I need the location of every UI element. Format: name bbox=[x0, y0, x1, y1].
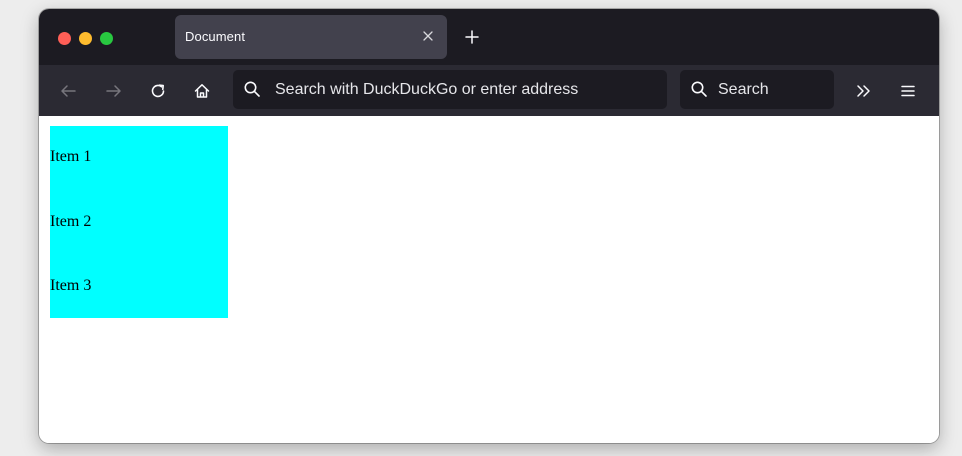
search-bar-placeholder: Search bbox=[718, 81, 769, 98]
tab-document[interactable]: Document bbox=[175, 15, 447, 59]
home-button[interactable] bbox=[189, 78, 215, 104]
back-button[interactable] bbox=[55, 78, 81, 104]
main-menu-button[interactable] bbox=[895, 78, 921, 104]
search-icon bbox=[244, 81, 260, 97]
forward-button[interactable] bbox=[101, 78, 127, 104]
reload-icon bbox=[151, 84, 165, 98]
home-icon bbox=[194, 84, 210, 98]
address-bar-placeholder: Search with DuckDuckGo or enter address bbox=[275, 81, 579, 98]
browser-window: Document Search with DuckDuckGo or enter… bbox=[39, 9, 939, 443]
list-item: Item 2 bbox=[50, 213, 92, 230]
new-tab-button[interactable] bbox=[461, 26, 483, 48]
window-minimize-button[interactable] bbox=[79, 32, 92, 45]
overflow-menu-button[interactable] bbox=[851, 78, 877, 104]
search-icon bbox=[691, 81, 707, 97]
hamburger-menu-icon bbox=[901, 85, 915, 97]
plus-icon bbox=[465, 30, 479, 44]
address-bar[interactable]: Search with DuckDuckGo or enter address bbox=[233, 70, 667, 109]
back-arrow-icon bbox=[61, 85, 76, 97]
tab-title: Document bbox=[185, 29, 246, 44]
reload-button[interactable] bbox=[145, 78, 171, 104]
list-item: Item 1 bbox=[50, 148, 92, 165]
item-list: Item 1 Item 2 Item 3 bbox=[50, 126, 228, 318]
list-item: Item 3 bbox=[50, 277, 92, 294]
navigation-toolbar: Search with DuckDuckGo or enter address … bbox=[39, 65, 939, 116]
forward-arrow-icon bbox=[106, 85, 121, 97]
search-bar[interactable]: Search bbox=[680, 70, 834, 109]
close-icon bbox=[423, 31, 433, 41]
page-content: Item 1 Item 2 Item 3 bbox=[39, 116, 939, 443]
tab-strip: Document bbox=[39, 9, 939, 65]
chevron-double-right-icon bbox=[857, 85, 870, 97]
tab-close-button[interactable] bbox=[417, 25, 439, 47]
window-close-button[interactable] bbox=[58, 32, 71, 45]
window-maximize-button[interactable] bbox=[100, 32, 113, 45]
